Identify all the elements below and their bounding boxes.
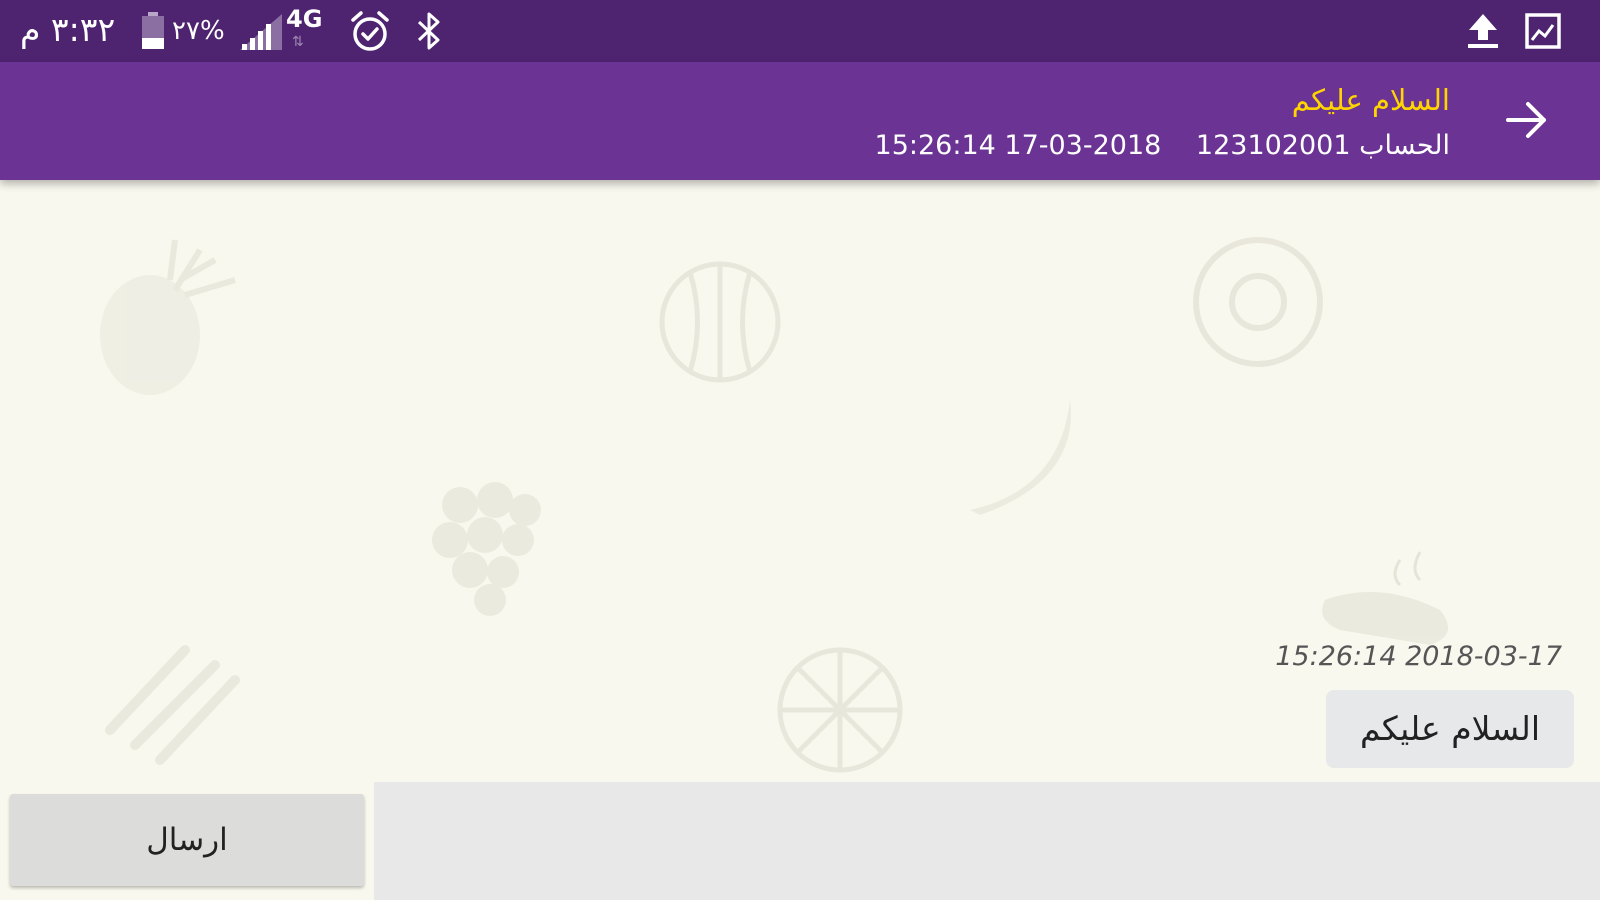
- arrow-right-icon[interactable]: [1504, 96, 1552, 144]
- status-time: ٣:٣٢ م: [20, 10, 116, 49]
- composer: ارسال: [0, 782, 1600, 900]
- battery-icon: [142, 12, 164, 49]
- bluetooth-icon: [417, 12, 440, 50]
- chat-area: 15:26:14 2018-03-17 السلام عليكم: [0, 180, 1600, 782]
- watermelon-icon: [659, 261, 781, 383]
- app-bar: السلام عليكم 15:26:14 17-03-2018 الحساب …: [0, 62, 1600, 180]
- account-info: الحساب 123102001: [1196, 130, 1450, 161]
- pineapple-icon: [100, 239, 236, 395]
- cutlery-icon: [105, 645, 240, 765]
- message-bubble[interactable]: السلام عليكم: [1325, 690, 1574, 768]
- alarm-icon: [351, 11, 389, 51]
- gallery-icon: [1525, 13, 1561, 49]
- citrus-icon: [777, 647, 903, 773]
- message-timestamp: 15:26:14 2018-03-17: [1275, 641, 1562, 672]
- status-bar: ٣:٣٢ م %٢٧ 4G ⇅: [0, 0, 1600, 62]
- data-activity-icon: ⇅: [292, 34, 304, 50]
- banana-icon: [970, 400, 1071, 515]
- steak-icon: [1322, 551, 1448, 645]
- chat-title: السلام عليكم: [1291, 83, 1450, 117]
- battery-percent: %٢٧: [172, 16, 225, 46]
- chat-subtitle: 15:26:14 17-03-2018 الحساب 123102001: [875, 128, 1450, 164]
- signal-icon: [240, 14, 282, 50]
- donut-icon: [1193, 237, 1323, 367]
- account-label: الحساب: [1359, 130, 1450, 161]
- grapes-icon: [432, 482, 541, 616]
- message-input[interactable]: [374, 782, 1600, 900]
- upload-icon: [1468, 14, 1498, 48]
- send-button[interactable]: ارسال: [10, 794, 364, 886]
- header-datetime: 15:26:14 17-03-2018: [874, 130, 1162, 161]
- network-type: 4G: [286, 5, 323, 33]
- account-number: 123102001: [1195, 130, 1351, 161]
